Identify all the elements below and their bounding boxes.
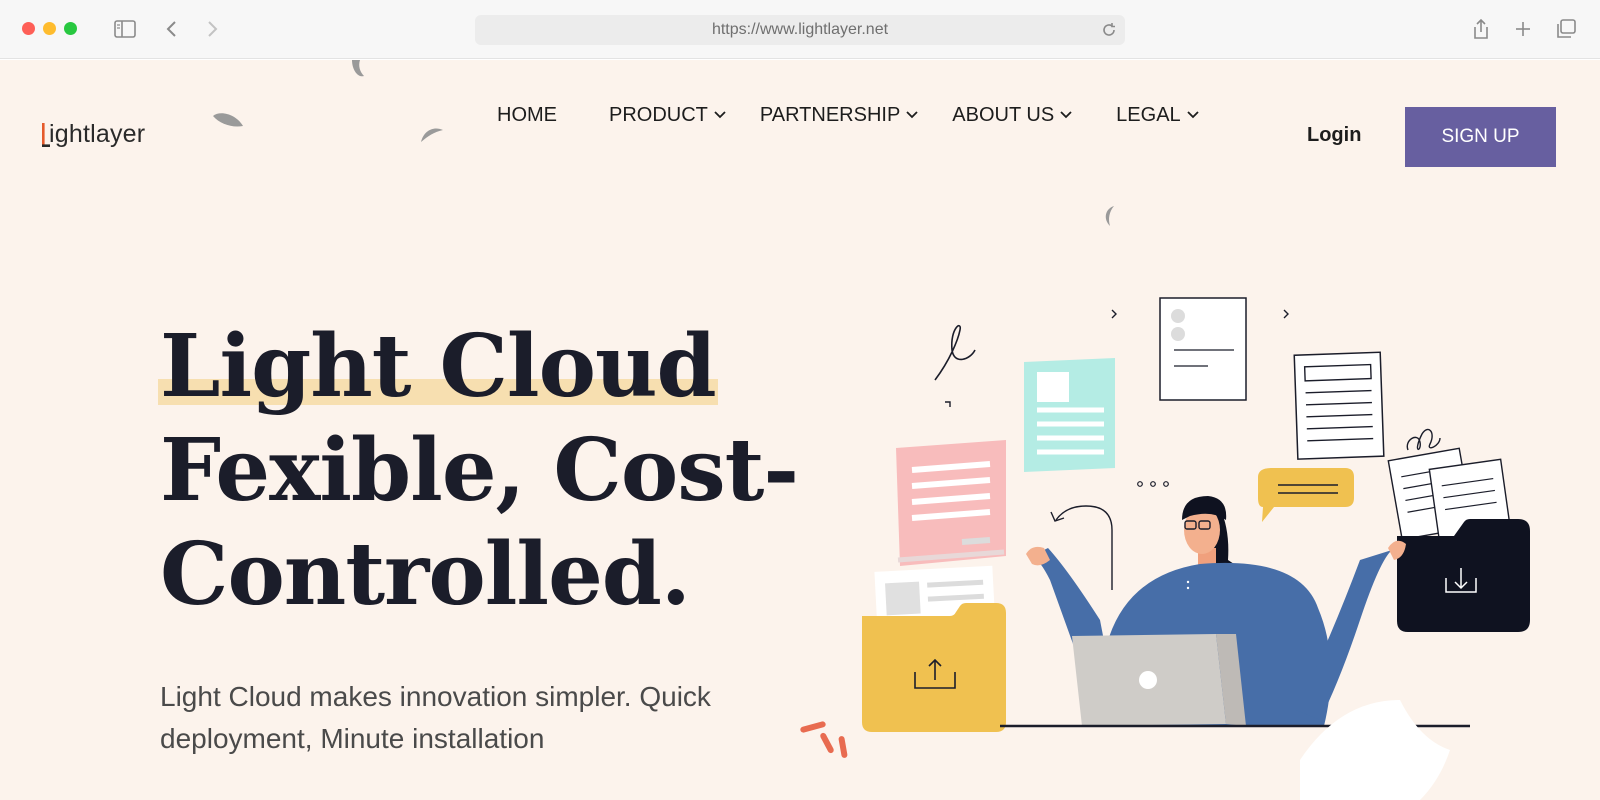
document-icon bbox=[896, 440, 1006, 566]
browser-toolbar: https://www.lightlayer.net bbox=[0, 0, 1600, 59]
new-tab-icon[interactable] bbox=[1510, 17, 1536, 41]
decorative-leaf-icon bbox=[213, 113, 243, 127]
nav-item-product[interactable]: PRODUCT bbox=[609, 100, 726, 130]
hero-title-line-1: Light Cloud bbox=[158, 316, 718, 417]
hero-title-line-2: Fexible, Cost- bbox=[160, 420, 799, 521]
address-bar[interactable]: https://www.lightlayer.net bbox=[475, 15, 1125, 45]
decorative-leaf-icon bbox=[352, 60, 364, 77]
back-icon[interactable] bbox=[158, 17, 184, 41]
document-icon bbox=[1024, 358, 1115, 472]
brand-logo[interactable]: ightlayer bbox=[40, 118, 180, 159]
minimize-window-button[interactable] bbox=[43, 22, 56, 35]
forward-icon[interactable] bbox=[200, 17, 226, 41]
svg-text:ightlayer: ightlayer bbox=[49, 120, 145, 148]
nav-item-label: PRODUCT bbox=[609, 103, 708, 126]
decorative-leaf-icon bbox=[421, 128, 443, 142]
landing-page: ightlayer HOME PRODUCT PARTNERSHIP ABOUT… bbox=[0, 60, 1600, 800]
chevron-down-icon bbox=[714, 111, 726, 119]
chat-bubble-icon bbox=[1258, 468, 1354, 522]
laptop-icon bbox=[1072, 634, 1246, 726]
sidebar-icon[interactable] bbox=[112, 17, 138, 41]
decorative-accent bbox=[800, 721, 848, 758]
nav-item-home[interactable]: HOME bbox=[497, 100, 557, 130]
document-icon bbox=[1293, 351, 1385, 460]
url-text: https://www.lightlayer.net bbox=[711, 21, 889, 38]
share-icon[interactable] bbox=[1468, 17, 1494, 41]
signature-squiggle bbox=[934, 325, 976, 381]
upload-folder-icon bbox=[862, 603, 1006, 732]
close-window-button[interactable] bbox=[22, 22, 35, 35]
hero-illustration bbox=[800, 297, 1530, 800]
hero-title: Light Cloud Fexible, Cost- Controlled. bbox=[158, 315, 810, 627]
reload-icon[interactable] bbox=[1100, 21, 1118, 39]
maximize-window-button[interactable] bbox=[64, 22, 77, 35]
tabs-overview-icon[interactable] bbox=[1553, 17, 1579, 41]
hero-title-line-3: Controlled. bbox=[160, 524, 691, 625]
hero-subtitle: Light Cloud makes innovation simpler. Qu… bbox=[160, 681, 711, 754]
document-icon bbox=[1159, 297, 1247, 401]
nav-item-label: HOME bbox=[497, 103, 557, 126]
lightlayer-logo: ightlayer bbox=[42, 120, 145, 148]
